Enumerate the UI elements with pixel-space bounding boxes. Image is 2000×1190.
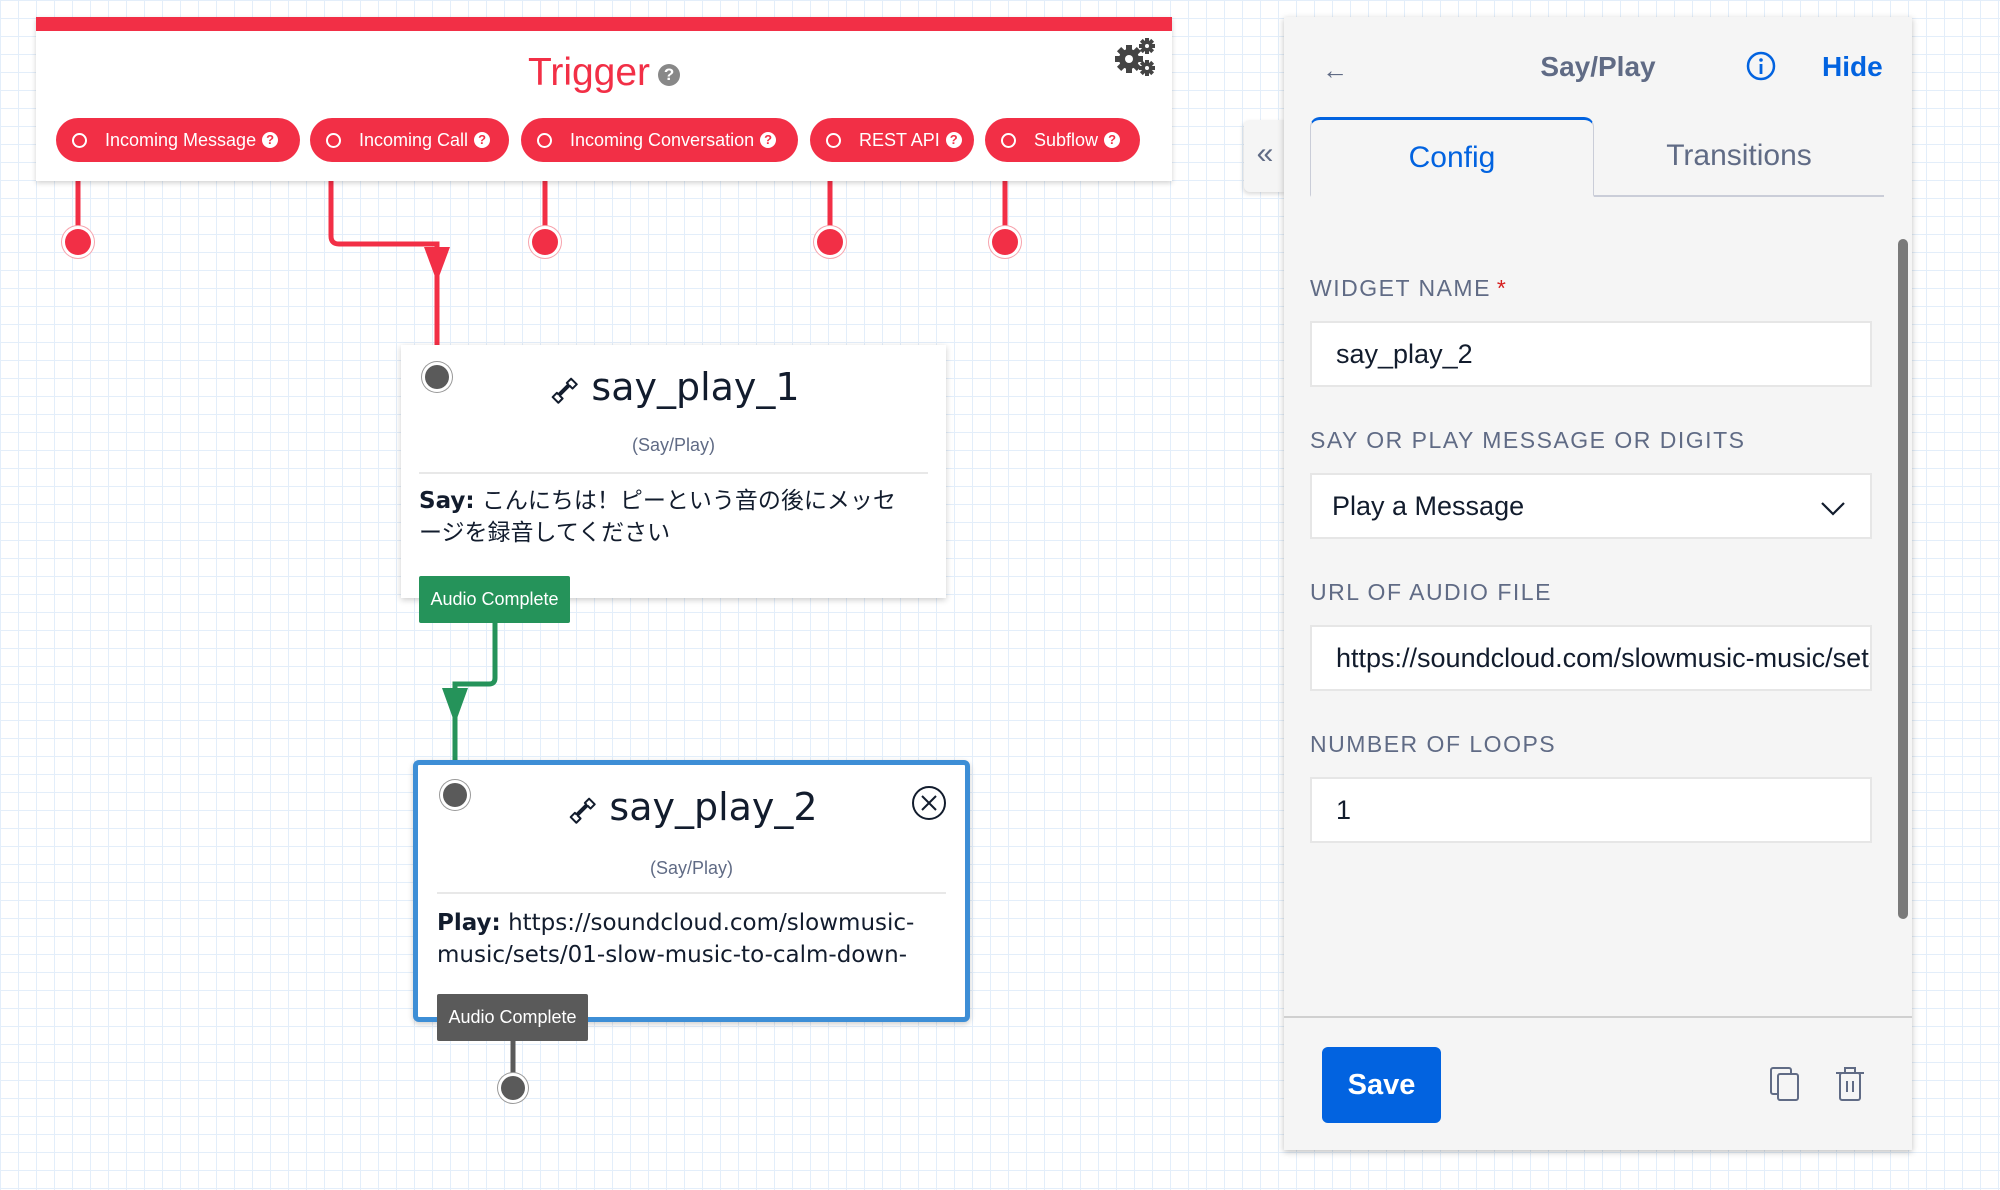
info-icon[interactable] — [1746, 51, 1776, 81]
widget-title: say_play_2 — [418, 785, 965, 829]
trigger-title-text: Trigger — [527, 51, 651, 94]
connector-incoming-call — [328, 162, 440, 345]
widget-config-panel: ← Say/Play Hide Config Transitions WIDGE… — [1284, 17, 1912, 1150]
widget-body: Say: こんにちは！ピーという音の後にメッセージを録音してください — [419, 485, 906, 549]
tab-label: Config — [1408, 140, 1496, 174]
close-circle-icon[interactable] — [911, 785, 947, 821]
phone-icon — [552, 377, 579, 404]
trigger-label: Subflow — [1034, 129, 1099, 150]
footer-divider — [1284, 1016, 1912, 1018]
trigger-rest-api[interactable]: REST API? — [810, 118, 974, 162]
tab-config[interactable]: Config — [1310, 117, 1594, 197]
question-circle-icon[interactable]: ? — [760, 132, 777, 148]
arrow-head-call — [424, 247, 450, 282]
label-text: WIDGET NAME — [1310, 275, 1491, 301]
widget-title: say_play_1 — [401, 365, 946, 409]
transition-audio-complete[interactable]: Audio Complete — [419, 576, 570, 623]
transition-output-port[interactable] — [501, 1076, 525, 1100]
loops-label: NUMBER OF LOOPS — [1310, 731, 1557, 757]
question-circle-icon[interactable]: ? — [262, 132, 279, 148]
trigger-header-bar — [36, 17, 1172, 31]
tab-transitions[interactable]: Transitions — [1594, 117, 1884, 195]
question-circle-icon[interactable]: ? — [945, 132, 962, 148]
say-or-play-label: SAY OR PLAY MESSAGE OR DIGITS — [1310, 427, 1746, 453]
body-text: こんにちは！ピーという音の後にメッセージを録音してください — [419, 488, 896, 546]
loops-input[interactable]: 1 — [1310, 777, 1872, 843]
radio-circle-icon — [326, 132, 341, 148]
trigger-label: REST API — [859, 129, 940, 150]
trigger-incoming-conversation[interactable]: Incoming Conversation? — [521, 118, 798, 162]
widget-name-label: WIDGET NAME * — [1310, 275, 1507, 302]
divider — [419, 472, 928, 474]
trigger-incoming-message[interactable]: Incoming Message? — [56, 118, 300, 162]
transition-audio-complete[interactable]: Audio Complete — [437, 994, 588, 1041]
widget-body: Play: https://soundcloud.com/slowmusic-m… — [437, 907, 945, 971]
select-value: Play a Message — [1332, 490, 1525, 521]
trigger-widget[interactable]: Trigger? Incoming Message? Incoming Call… — [36, 17, 1172, 181]
audio-url-label: URL OF AUDIO FILE — [1310, 579, 1552, 605]
radio-circle-icon — [72, 132, 87, 148]
hide-button[interactable]: Hide — [1822, 51, 1883, 83]
trigger-title: Trigger? — [36, 51, 1172, 95]
panel-tabs: Config Transitions — [1310, 117, 1884, 197]
audio-url-input[interactable]: https://soundcloud.com/slowmusic-music/s… — [1310, 625, 1872, 691]
save-button[interactable]: Save — [1322, 1047, 1441, 1123]
double-chevron-left-icon: « — [1256, 137, 1274, 170]
question-circle-icon[interactable]: ? — [474, 132, 491, 148]
input-value: say_play_2 — [1336, 338, 1473, 369]
input-value: 1 — [1336, 794, 1352, 825]
widget-say-play-1[interactable]: say_play_1 (Say/Play) Say: こんにちは！ピーという音の… — [401, 345, 946, 598]
body-text: https://soundcloud.com/slowmusic-music/s… — [437, 910, 915, 968]
trash-icon[interactable] — [1833, 1064, 1867, 1104]
endpoint-incoming-message[interactable] — [65, 229, 91, 255]
transition-label: Audio Complete — [448, 1007, 577, 1027]
endpoint-incoming-conversation[interactable] — [532, 229, 558, 255]
tab-label: Transitions — [1666, 139, 1812, 172]
arrow-head-audio-complete — [442, 688, 468, 724]
say-or-play-select[interactable]: Play a Message — [1310, 473, 1872, 539]
required-mark: * — [1496, 275, 1508, 301]
copy-icon[interactable] — [1768, 1064, 1802, 1104]
body-label: Say: — [419, 488, 475, 514]
trigger-subflow[interactable]: Subflow? — [985, 118, 1140, 162]
endpoint-subflow[interactable] — [992, 229, 1018, 255]
trigger-incoming-call[interactable]: Incoming Call? — [310, 118, 509, 162]
save-label: Save — [1347, 1068, 1416, 1101]
panel-scrollbar[interactable] — [1898, 239, 1908, 919]
question-circle-icon[interactable]: ? — [658, 63, 681, 86]
widget-input-port[interactable] — [443, 783, 467, 807]
trigger-label: Incoming Message — [105, 129, 257, 150]
phone-icon — [570, 797, 597, 824]
widget-name-input[interactable]: say_play_2 — [1310, 321, 1872, 387]
panel-title: Say/Play — [1540, 51, 1656, 82]
radio-circle-icon — [1001, 132, 1016, 148]
divider — [437, 892, 946, 894]
widget-input-port[interactable] — [425, 365, 449, 389]
body-label: Play: — [437, 910, 501, 936]
widget-say-play-2[interactable]: say_play_2 (Say/Play) Play: https://soun… — [413, 760, 970, 1022]
widget-type: (Say/Play) — [649, 858, 734, 878]
radio-circle-icon — [826, 132, 841, 148]
trigger-label: Incoming Conversation — [570, 129, 755, 150]
transition-label: Audio Complete — [430, 589, 559, 609]
widget-name: say_play_1 — [591, 365, 800, 409]
question-circle-icon[interactable]: ? — [1104, 132, 1121, 148]
widget-type: (Say/Play) — [631, 435, 716, 455]
trigger-label: Incoming Call — [359, 129, 469, 150]
chevron-down-icon — [1821, 502, 1845, 516]
widget-name: say_play_2 — [609, 785, 818, 829]
gears-icon[interactable] — [1114, 35, 1158, 79]
input-value: https://soundcloud.com/slowmusic-music/s… — [1336, 642, 1870, 673]
radio-circle-icon — [537, 132, 552, 148]
endpoint-rest-api[interactable] — [817, 229, 843, 255]
collapse-panel-button[interactable]: « — [1244, 120, 1286, 192]
